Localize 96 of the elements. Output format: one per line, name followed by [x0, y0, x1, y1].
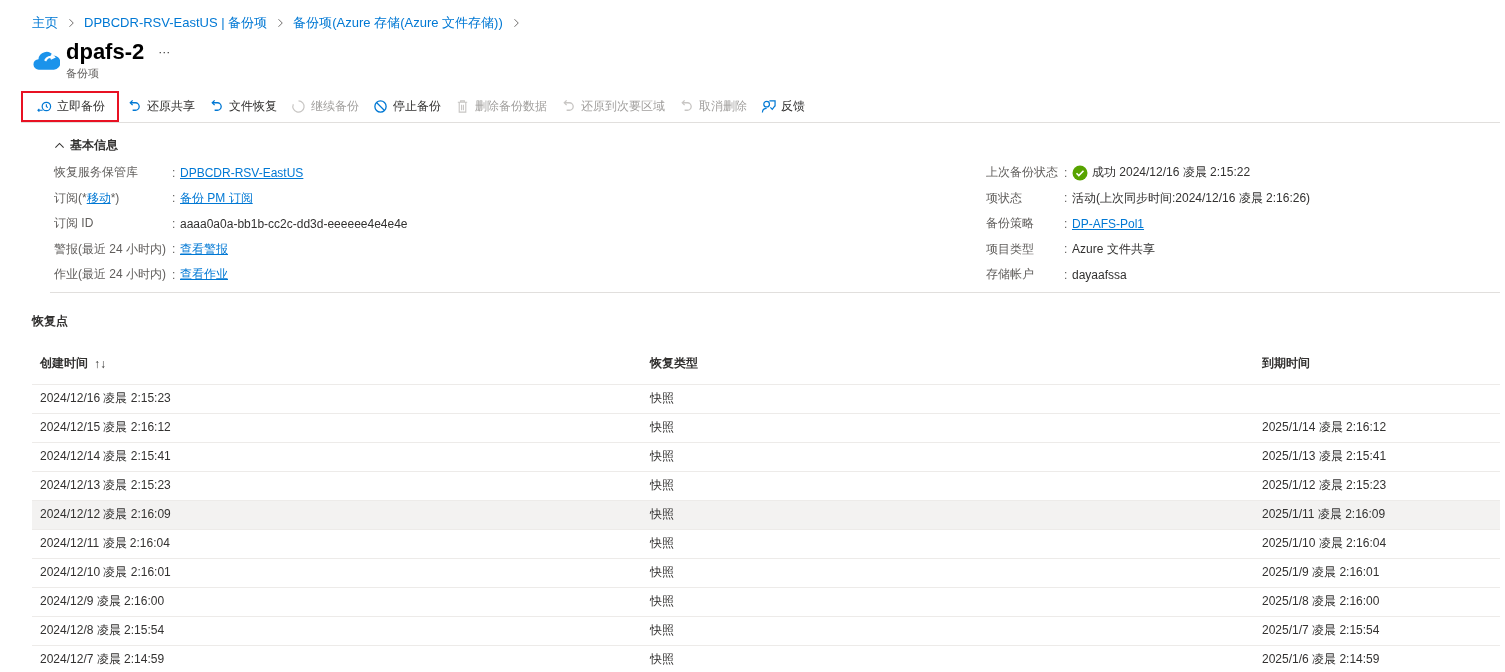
undo-arrow-icon [561, 98, 576, 114]
table-cell: 2024/12/7 凌晨 2:14:59 [40, 651, 165, 668]
table-cell: 快照 [650, 622, 674, 639]
field-label: 备份策略 [986, 215, 1035, 233]
table-row[interactable]: 2024/12/15 凌晨 2:16:12 快照 2025/1/14 凌晨 2:16:12 [32, 413, 1500, 443]
colon-separator: : [1064, 165, 1069, 180]
table-cell: 2024/12/9 凌晨 2:16:00 [40, 593, 165, 610]
table-cell: 快照 [650, 477, 674, 494]
breadcrumb-link[interactable]: DPBCDR-RSV-EastUS | 备份项 [84, 14, 268, 32]
colon-separator: : [172, 242, 177, 257]
field-label: 项目类型 [986, 240, 1035, 258]
move-link[interactable]: 移动 [86, 190, 111, 205]
colon-separator: : [172, 165, 177, 180]
table-cell: 2024/12/12 凌晨 2:16:09 [40, 506, 171, 523]
field-link[interactable]: 查看警报 [180, 240, 228, 258]
table-cell: 2025/1/8 凌晨 2:16:00 [1262, 593, 1380, 610]
undo-arrow-icon [679, 98, 694, 114]
colon-separator: : [1064, 267, 1069, 282]
colon-separator: : [172, 191, 177, 206]
table-cell: 快照 [650, 535, 674, 552]
colon-separator: : [172, 216, 177, 231]
table-cell: 2025/1/7 凌晨 2:15:54 [1262, 622, 1380, 639]
field-label: 恢复服务保管库 [54, 164, 139, 182]
table-cell: 2025/1/11 凌晨 2:16:09 [1262, 506, 1386, 523]
colon-separator: : [1064, 191, 1069, 206]
field-label: 警报(最近 24 小时内) [54, 240, 167, 258]
success-check-icon [1072, 164, 1088, 181]
table-row[interactable]: 2024/12/10 凌晨 2:16:01 快照 2025/1/9 凌晨 2:16:01 [32, 558, 1500, 588]
table-row[interactable]: 2024/12/11 凌晨 2:16:04 快照 2025/1/10 凌晨 2:16:04 [32, 529, 1500, 559]
field-label: 存储帐户 [986, 266, 1035, 284]
table-cell: 快照 [650, 564, 674, 581]
field-value: Azure 文件共享 [1072, 240, 1155, 258]
field-label: 订阅 ID [54, 215, 95, 233]
field-label: 订阅(*移动*) [54, 189, 121, 207]
field-value: aaaa0a0a-bb1b-cc2c-dd3d-eeeeee4e4e4e [180, 216, 408, 231]
table-row[interactable]: 2024/12/16 凌晨 2:15:23 快照 [32, 384, 1500, 414]
section-toggle[interactable]: 基本信息 [50, 123, 122, 160]
colon-separator: : [1064, 216, 1069, 231]
toolbar-button[interactable]: 停止备份 [367, 90, 447, 122]
table-cell: 快照 [650, 419, 674, 436]
colon-separator: : [1064, 242, 1069, 257]
field-label: 作业(最近 24 小时内) [54, 266, 167, 284]
table-row[interactable]: 2024/12/14 凌晨 2:15:41 快照 2025/1/13 凌晨 2:15:41 [32, 442, 1500, 472]
prohibited-icon [373, 98, 388, 114]
field-link[interactable]: 备份 PM 订阅 [180, 189, 253, 207]
undo-arrow-icon [209, 98, 224, 114]
page-subtitle: 备份项 [66, 66, 100, 81]
table-row[interactable]: 2024/12/12 凌晨 2:16:09 快照 2025/1/11 凌晨 2:16:09 [32, 500, 1500, 530]
table-cell: 快照 [650, 448, 674, 465]
table-row[interactable]: 2024/12/8 凌晨 2:15:54 快照 2025/1/7 凌晨 2:15:54 [32, 616, 1500, 646]
field-value: 活动(上次同步时间:2024/12/16 凌晨 2:16:26) [1072, 189, 1311, 207]
column-header: 到期时间 [1262, 355, 1310, 372]
table-cell: 快照 [650, 390, 674, 407]
table-cell: 快照 [650, 593, 674, 610]
person-check-icon [761, 98, 776, 114]
field-label: 上次备份状态 [986, 164, 1059, 182]
field-link[interactable]: 查看作业 [180, 266, 228, 284]
field-label: 项状态 [986, 189, 1023, 207]
column-header: 恢复类型 [650, 355, 698, 372]
field-value: dayaafssa [1072, 267, 1127, 282]
table-cell: 2025/1/13 凌晨 2:15:41 [1262, 448, 1387, 465]
table-cell: 2025/1/6 凌晨 2:14:59 [1262, 651, 1380, 668]
table-cell: 2024/12/16 凌晨 2:15:23 [40, 390, 171, 407]
table-cell: 2024/12/8 凌晨 2:15:54 [40, 622, 165, 639]
table-row[interactable]: 2024/12/13 凌晨 2:15:23 快照 2025/1/12 凌晨 2:15:23 [32, 471, 1500, 501]
table-cell: 2025/1/9 凌晨 2:16:01 [1262, 564, 1380, 581]
breadcrumb-link[interactable]: 备份项(Azure 存储(Azure 文件存储)) [293, 14, 503, 32]
column-header: 创建时间 [40, 355, 88, 372]
section-title: 恢复点 [32, 312, 69, 330]
table-row[interactable]: 2024/12/9 凌晨 2:16:00 快照 2025/1/8 凌晨 2:16:00 [32, 587, 1500, 617]
undo-arrow-icon [127, 98, 142, 114]
more-button[interactable]: ··· [156, 45, 173, 59]
toolbar-button[interactable]: 立即备份 [21, 90, 119, 122]
colon-separator: : [172, 267, 177, 282]
table-cell: 2024/12/14 凌晨 2:15:41 [40, 448, 171, 465]
field-link[interactable]: DPBCDR-RSV-EastUS [180, 165, 304, 180]
chevron-up-icon [54, 140, 65, 151]
breadcrumb-link[interactable]: 主页 [32, 14, 58, 32]
table-cell: 快照 [650, 506, 674, 523]
table-cell: 2025/1/14 凌晨 2:16:12 [1262, 419, 1387, 436]
field-value: 成功 2024/12/16 凌晨 2:15:22 [1092, 164, 1251, 182]
toolbar-button[interactable]: 还原共享 [121, 90, 201, 122]
page-title: dpafs-2 [66, 38, 145, 66]
table-cell: 2024/12/11 凌晨 2:16:04 [40, 535, 170, 552]
table-cell: 2024/12/15 凌晨 2:16:12 [40, 419, 171, 436]
table-cell: 2024/12/10 凌晨 2:16:01 [40, 564, 171, 581]
table-row[interactable]: 2024/12/7 凌晨 2:14:59 快照 2025/1/6 凌晨 2:14:59 [32, 645, 1500, 672]
trash-icon [455, 98, 470, 114]
field-link[interactable]: DP-AFS-Pol1 [1072, 216, 1145, 231]
sort-button[interactable]: ↑↓ [94, 356, 106, 371]
toolbar-button[interactable]: 文件恢复 [203, 90, 283, 122]
table-cell: 2025/1/10 凌晨 2:16:04 [1262, 535, 1387, 552]
table-cell: 2025/1/12 凌晨 2:15:23 [1262, 477, 1387, 494]
table-cell: 2024/12/13 凌晨 2:15:23 [40, 477, 171, 494]
table-cell: 快照 [650, 651, 674, 668]
toolbar-button[interactable]: 反馈 [755, 90, 811, 122]
